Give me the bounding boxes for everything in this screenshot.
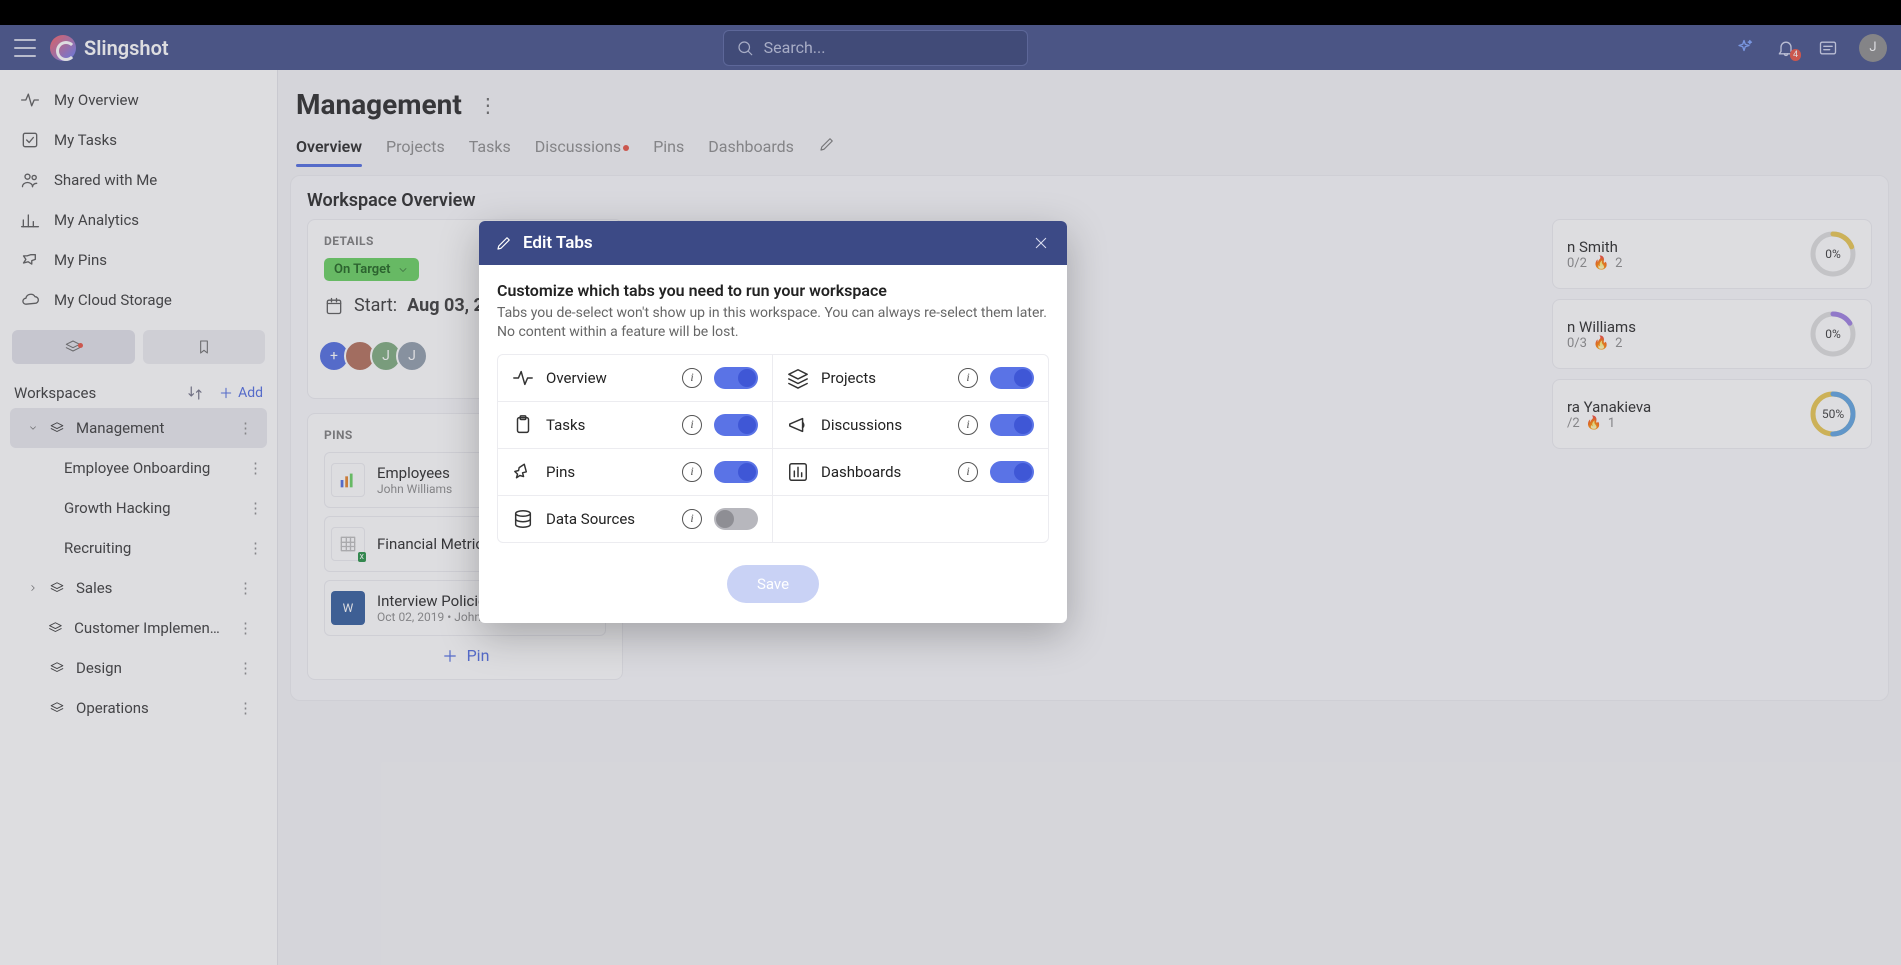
modal-heading: Customize which tabs you need to run you… <box>497 281 1049 300</box>
info-icon[interactable]: i <box>958 368 978 388</box>
stack-icon <box>787 367 809 389</box>
tab-toggle-grid: Overview i Projects i Tasks i <box>497 354 1049 543</box>
toggle-row-tasks: Tasks i <box>498 402 773 449</box>
info-icon[interactable]: i <box>682 462 702 482</box>
info-icon[interactable]: i <box>958 415 978 435</box>
toggle-label: Dashboards <box>821 463 946 481</box>
toggle-label: Pins <box>546 463 670 481</box>
save-button[interactable]: Save <box>727 565 819 603</box>
toggle-row-discussions: Discussions i <box>773 402 1048 449</box>
database-icon <box>512 508 534 530</box>
info-icon[interactable]: i <box>682 509 702 529</box>
toggle-row-dashboards: Dashboards i <box>773 449 1048 496</box>
pin-icon <box>512 461 534 483</box>
toggle-switch[interactable] <box>990 461 1034 483</box>
toggle-switch[interactable] <box>990 414 1034 436</box>
toggle-switch[interactable] <box>714 367 758 389</box>
toggle-label: Projects <box>821 369 946 387</box>
modal-header: Edit Tabs <box>479 221 1067 265</box>
modal-title: Edit Tabs <box>523 233 593 253</box>
toggle-row-pins: Pins i <box>498 449 773 496</box>
megaphone-icon <box>787 414 809 436</box>
info-icon[interactable]: i <box>682 368 702 388</box>
activity-icon <box>512 367 534 389</box>
toggle-switch[interactable] <box>714 508 758 530</box>
toggle-row-projects: Projects i <box>773 355 1048 402</box>
toggle-switch[interactable] <box>714 414 758 436</box>
info-icon[interactable]: i <box>958 462 978 482</box>
toggle-switch[interactable] <box>714 461 758 483</box>
dashboard-icon <box>787 461 809 483</box>
close-icon <box>1033 235 1049 251</box>
toggle-row-data-sources: Data Sources i <box>498 496 773 542</box>
toggle-label: Data Sources <box>546 510 670 528</box>
info-icon[interactable]: i <box>682 415 702 435</box>
pencil-icon <box>495 234 513 252</box>
toggle-row-overview: Overview i <box>498 355 773 402</box>
clipboard-icon <box>512 414 534 436</box>
toggle-label: Discussions <box>821 416 946 434</box>
close-button[interactable] <box>1031 233 1051 253</box>
toggle-label: Overview <box>546 369 670 387</box>
edit-tabs-modal: Edit Tabs Customize which tabs you need … <box>479 221 1067 623</box>
modal-description: Tabs you de-select won't show up in this… <box>497 304 1049 342</box>
toggle-label: Tasks <box>546 416 670 434</box>
toggle-switch[interactable] <box>990 367 1034 389</box>
